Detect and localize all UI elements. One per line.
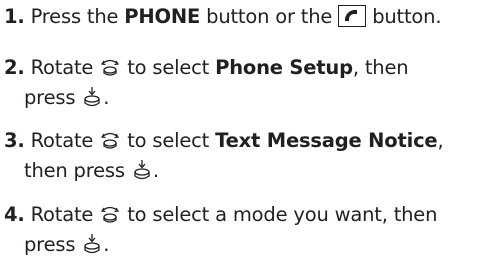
phone-button-label: PHONE <box>124 5 201 28</box>
step-4: 4. Rotate to select a mode you want, the… <box>4 202 476 262</box>
press-knob-icon <box>81 233 103 262</box>
step-text: to select <box>121 56 216 79</box>
rotate-knob-icon <box>99 56 121 85</box>
step-number: 1. <box>4 5 25 28</box>
step-number: 4. <box>4 203 25 226</box>
step-text: Press the <box>24 5 125 28</box>
instruction-list: 1. Press the PHONE button or the button.… <box>0 0 480 256</box>
step-text: . <box>103 86 110 109</box>
step-text: press <box>24 86 82 109</box>
step-text: Rotate <box>24 203 100 226</box>
step-3: 3. Rotate to select Text Message Notice,… <box>4 128 476 188</box>
step-1: 1. Press the PHONE button or the button. <box>4 4 476 30</box>
phone-handset-icon <box>338 5 367 27</box>
step-text: button or the <box>200 5 339 28</box>
step-text: button. <box>366 5 442 28</box>
step-continuation: press . <box>4 85 476 115</box>
step-text: press <box>24 233 82 256</box>
step-text: . <box>152 159 159 182</box>
step-text: . <box>103 233 110 256</box>
step-text: to select a mode you want, then <box>121 203 438 226</box>
menu-item-label: Phone Setup <box>215 56 353 79</box>
press-knob-icon <box>81 86 103 115</box>
step-number: 3. <box>4 129 25 152</box>
menu-item-label: Text Message Notice <box>215 129 438 152</box>
step-2: 2. Rotate to select Phone Setup, then pr… <box>4 55 476 115</box>
step-text: then press <box>24 159 131 182</box>
step-text: Rotate <box>24 56 100 79</box>
step-number: 2. <box>4 56 25 79</box>
step-text: , <box>437 129 444 152</box>
step-continuation: press . <box>4 232 476 262</box>
step-text: Rotate <box>24 129 100 152</box>
step-text: , then <box>352 56 409 79</box>
step-text: to select <box>121 129 216 152</box>
rotate-knob-icon <box>99 129 121 158</box>
step-continuation: then press . <box>4 158 476 188</box>
rotate-knob-icon <box>99 203 121 232</box>
press-knob-icon <box>131 159 153 188</box>
